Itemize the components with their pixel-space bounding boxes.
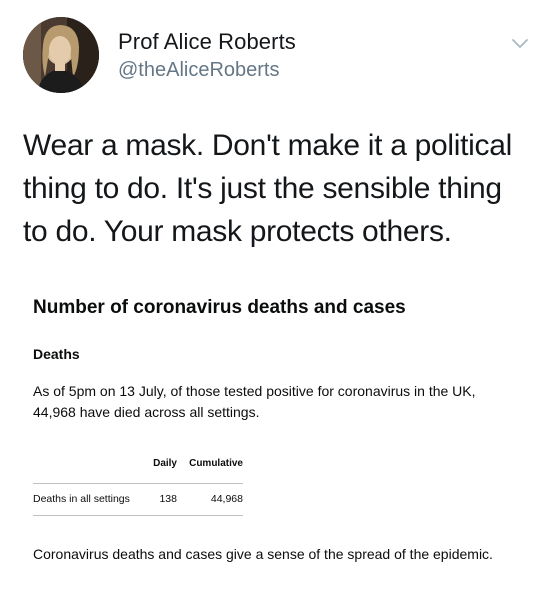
- chevron-down-icon[interactable]: [509, 33, 531, 55]
- card-subtitle: Deaths: [33, 346, 80, 362]
- avatar-photo-icon: [23, 17, 99, 93]
- table-header-label: [33, 458, 145, 484]
- card-footer: Coronavirus deaths and cases give a sens…: [33, 546, 493, 562]
- table-header-daily: Daily: [153, 458, 177, 469]
- row-cumulative: 44,968: [177, 483, 243, 516]
- card-paragraph: As of 5pm on 13 July, of those tested po…: [33, 383, 476, 420]
- table-header-cumulative: Cumulative: [189, 458, 243, 469]
- user-info: Prof Alice Roberts @theAliceRoberts: [118, 29, 296, 83]
- display-name[interactable]: Prof Alice Roberts: [118, 29, 296, 55]
- avatar[interactable]: [23, 17, 99, 93]
- card-title: Number of coronavirus deaths and cases: [33, 297, 406, 318]
- tweet-header: Prof Alice Roberts @theAliceRoberts: [23, 17, 531, 95]
- row-label: Deaths in all settings: [33, 483, 145, 516]
- user-handle[interactable]: @theAliceRoberts: [118, 57, 296, 83]
- table-header-row: Daily Cumulative: [33, 458, 243, 484]
- embedded-stats-card: Number of coronavirus deaths and cases D…: [33, 294, 533, 562]
- tweet-text: Wear a mask. Don't make it a political t…: [23, 129, 512, 248]
- deaths-table: Daily Cumulative Deaths in all settings …: [33, 458, 243, 516]
- tweet: Prof Alice Roberts @theAliceRoberts Wear…: [0, 0, 551, 600]
- table-row: Deaths in all settings 138 44,968: [33, 483, 243, 516]
- row-daily: 138: [145, 483, 177, 516]
